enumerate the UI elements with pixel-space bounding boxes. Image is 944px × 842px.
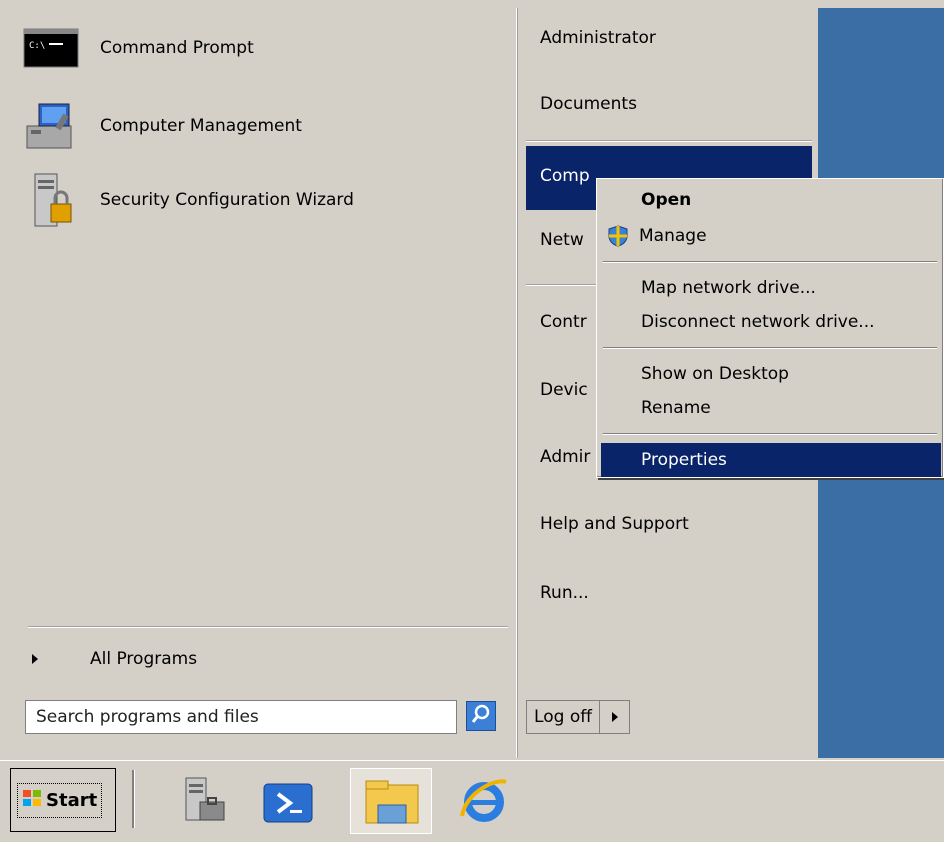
search-input[interactable]: Search programs and files — [25, 700, 457, 734]
arrow-right-icon — [611, 712, 618, 722]
logoff-button[interactable]: Log off — [526, 700, 630, 734]
context-item-map-network-drive[interactable]: Map network drive... — [641, 273, 941, 303]
file-explorer-taskbar-button[interactable] — [350, 768, 432, 834]
program-security-configuration-wizard[interactable]: Security Configuration Wizard — [20, 170, 500, 230]
context-item-disconnect-network-drive[interactable]: Disconnect network drive... — [641, 307, 941, 337]
uac-shield-icon — [607, 225, 629, 247]
programs-separator — [28, 626, 508, 628]
shutdown-options-button[interactable] — [599, 701, 629, 733]
security-wizard-icon — [20, 172, 82, 228]
context-item-show-on-desktop[interactable]: Show on Desktop — [641, 359, 941, 389]
logoff-label: Log off — [534, 707, 592, 727]
command-prompt-icon: C:\ — [20, 20, 82, 76]
internet-explorer-icon[interactable] — [456, 772, 512, 828]
program-command-prompt[interactable]: C:\ Command Prompt — [20, 18, 500, 78]
start-button[interactable]: Start — [10, 768, 116, 832]
start-button-focus: Start — [17, 782, 103, 818]
program-label: Computer Management — [100, 116, 302, 136]
arrow-right-icon — [32, 654, 38, 664]
start-label: Start — [46, 789, 98, 811]
context-menu-separator — [603, 433, 937, 435]
places-item-documents[interactable]: Documents — [526, 84, 812, 124]
windows-flag-icon — [22, 788, 42, 813]
context-item-open[interactable]: Open — [641, 185, 941, 215]
context-menu-separator — [603, 261, 937, 263]
program-label: Command Prompt — [100, 38, 254, 58]
window-left-edge — [0, 0, 8, 760]
program-label: Security Configuration Wizard — [100, 190, 354, 210]
server-manager-icon[interactable] — [174, 774, 230, 830]
context-menu-separator — [603, 347, 937, 349]
all-programs-label: All Programs — [90, 649, 198, 669]
places-item-help-and-support[interactable]: Help and Support — [526, 504, 812, 544]
search-placeholder: Search programs and files — [36, 707, 259, 727]
context-item-manage[interactable]: Manage — [639, 221, 939, 251]
computer-management-icon — [20, 98, 82, 154]
context-item-properties[interactable]: Properties — [601, 443, 941, 477]
places-item-run[interactable]: Run... — [526, 573, 812, 613]
context-item-rename[interactable]: Rename — [641, 393, 941, 423]
computer-context-menu: Open Manage Map network drive... Disconn… — [596, 178, 944, 478]
window-top-edge — [0, 0, 944, 8]
search-icon — [471, 704, 491, 729]
places-item-administrator[interactable]: Administrator — [526, 18, 812, 58]
taskbar-separator — [132, 770, 135, 828]
program-computer-management[interactable]: Computer Management — [20, 96, 500, 156]
all-programs-item[interactable]: All Programs — [28, 644, 508, 674]
file-explorer-icon — [364, 775, 420, 832]
powershell-icon[interactable] — [262, 780, 314, 826]
places-separator — [526, 140, 812, 142]
svg-text:C:\: C:\ — [29, 41, 45, 51]
search-button[interactable] — [466, 701, 496, 731]
